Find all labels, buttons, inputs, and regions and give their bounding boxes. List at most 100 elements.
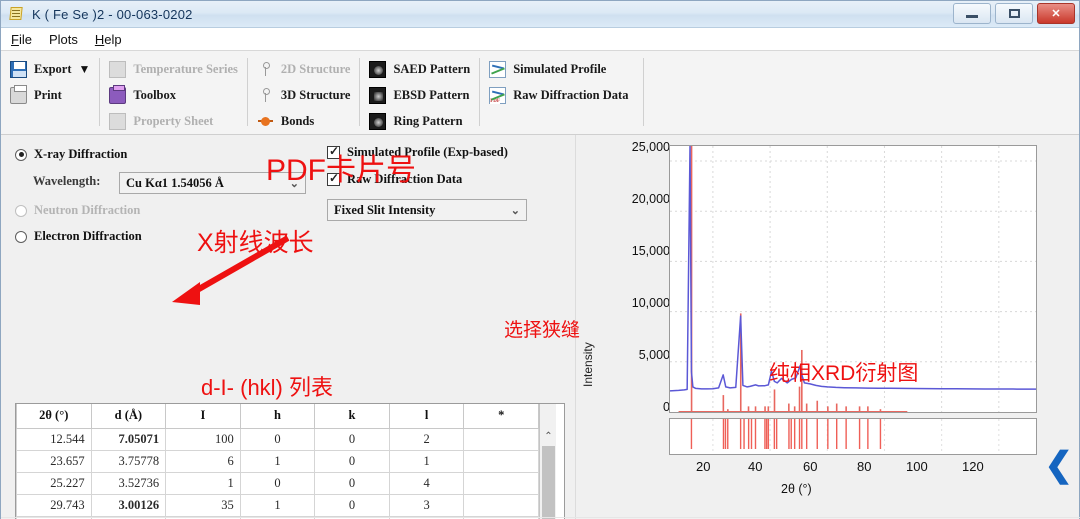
- table-row[interactable]: 25.227 3.52736 1 0 0 4: [16, 471, 539, 495]
- toolbar-group-file: Export ▼ Print: [1, 54, 99, 134]
- cell-l: 1: [388, 449, 465, 473]
- toolbar-bonds-button[interactable]: Bonds: [257, 108, 351, 134]
- cell-l: 2: [388, 427, 465, 451]
- radio-neutron-diffraction[interactable]: Neutron Diffraction: [15, 203, 140, 218]
- menu-plots[interactable]: Plots: [49, 32, 78, 47]
- cell-k: 0: [314, 471, 390, 495]
- x-tick-40: 40: [748, 459, 763, 474]
- maximize-button[interactable]: [995, 3, 1033, 24]
- radio-xray-diffraction[interactable]: X-ray Diffraction: [15, 147, 127, 162]
- left-pane: X-ray Diffraction Wavelength: Cu Kα1 1.5…: [1, 135, 576, 519]
- status-bar: [1, 517, 1080, 518]
- toolbar-saed-pattern-button[interactable]: SAED Pattern: [369, 56, 470, 82]
- table-header-row: 2θ (°) d (Å) I h k l *: [16, 404, 539, 429]
- annotation-pdf-card-number: PDF卡片号: [266, 154, 416, 187]
- toolbar-temperature-series-button[interactable]: Temperature Series: [109, 56, 238, 82]
- toolbar-toolbox-button[interactable]: Toolbox: [109, 82, 238, 108]
- wavelength-value: Cu Kα1 1.54056 Å: [126, 175, 224, 190]
- xrd-chart: Intensity 25,000 20,000 15,000 10,000 5,…: [576, 137, 1046, 507]
- chart-x-axis-label: 2θ (°): [781, 482, 812, 496]
- cell-star: [463, 449, 539, 473]
- column-header-l[interactable]: l: [388, 404, 465, 429]
- toolbar-3d-structure-label: 3D Structure: [280, 87, 351, 102]
- menu-help[interactable]: Help: [95, 32, 122, 47]
- minimize-button[interactable]: [953, 3, 991, 24]
- table-row[interactable]: 23.657 3.75778 6 1 0 1: [16, 449, 539, 473]
- toolbar-2d-structure-button[interactable]: 2D Structure: [257, 56, 350, 82]
- reflection-tick-svg: [690, 419, 1000, 454]
- toolbar-export-button[interactable]: Export ▼: [10, 56, 90, 82]
- column-header-h[interactable]: h: [239, 404, 316, 429]
- column-header-star[interactable]: *: [463, 404, 539, 429]
- window-controls: ✕: [953, 3, 1075, 24]
- minimize-icon: [966, 15, 978, 18]
- toolbar-export-label: Export: [34, 61, 72, 76]
- table-scrollbar[interactable]: ⌃ ⌄: [539, 404, 556, 519]
- document-icon: [8, 6, 26, 22]
- cell-two-theta: 25.227: [16, 471, 92, 495]
- pdf-chart-icon: PDF: [489, 86, 507, 104]
- page-icon: [109, 60, 127, 78]
- cell-two-theta: 29.743: [16, 493, 92, 517]
- cell-d: 3.52736: [90, 471, 167, 495]
- radio-neutron-diffraction-label: Neutron Diffraction: [34, 203, 141, 217]
- cell-k: 0: [314, 493, 390, 517]
- wavelength-label: Wavelength:: [33, 174, 101, 188]
- cell-l: 4: [388, 471, 465, 495]
- toolbar-raw-diffraction-data-button[interactable]: PDF Raw Diffraction Data: [489, 82, 628, 108]
- radio-electron-diffraction[interactable]: Electron Diffraction: [15, 229, 142, 244]
- slit-intensity-value: Fixed Slit Intensity: [334, 202, 436, 217]
- close-button[interactable]: ✕: [1037, 3, 1075, 24]
- toolbar-ring-pattern-label: Ring Pattern: [393, 113, 463, 128]
- toolbar-ebsd-pattern-label: EBSD Pattern: [393, 87, 470, 102]
- cell-intensity: 6: [165, 449, 241, 473]
- radio-icon-selected: [15, 148, 27, 161]
- ring-pattern-icon: [369, 112, 387, 130]
- x-tick-100: 100: [906, 459, 928, 474]
- cell-intensity: 100: [165, 427, 241, 451]
- scrollbar-thumb[interactable]: [542, 446, 555, 519]
- content-area: X-ray Diffraction Wavelength: Cu Kα1 1.5…: [1, 135, 1079, 519]
- collapse-panel-arrow-icon[interactable]: ❮: [1045, 445, 1074, 485]
- chart-reflection-ticks: [669, 418, 1037, 455]
- table-row[interactable]: 29.743 3.00126 35 1 0 3: [16, 493, 539, 517]
- cell-star: [463, 493, 539, 517]
- cell-two-theta: 23.657: [16, 449, 92, 473]
- slit-intensity-select[interactable]: Fixed Slit Intensity ⌄: [327, 199, 527, 221]
- toolbar-print-button[interactable]: Print: [10, 82, 90, 108]
- cell-h: 1: [239, 493, 316, 517]
- chevron-down-icon[interactable]: ▼: [79, 62, 91, 77]
- cell-h: 0: [239, 427, 316, 451]
- column-header-k[interactable]: k: [314, 404, 390, 429]
- cell-d: 7.05071: [90, 427, 167, 451]
- reflections-table-grid: 2θ (°) d (Å) I h k l * 12.544 7.05071 100 0…: [16, 404, 539, 519]
- pdf-card-window: K ( Fe Se )2 - 00-063-0202 ✕ File Plots …: [0, 0, 1080, 519]
- menu-file[interactable]: File: [11, 32, 32, 47]
- toolbar-property-sheet-button[interactable]: Property Sheet: [109, 108, 238, 134]
- column-header-i[interactable]: I: [165, 404, 241, 429]
- molecule-icon: [257, 87, 274, 104]
- toolbar-3d-structure-button[interactable]: 3D Structure: [257, 82, 351, 108]
- reflections-table: 2θ (°) d (Å) I h k l * 12.544 7.05071 100 0…: [15, 403, 565, 519]
- table-body: 12.544 7.05071 100 0 0 2 23.657 3.75778 6 1 0 1 25.2…: [16, 427, 539, 519]
- save-icon: [10, 60, 27, 78]
- page-icon: [109, 112, 127, 130]
- y-tick-5000: 5,000: [639, 348, 676, 362]
- annotation-d-i-hkl-list: d-I- (hkl) 列表: [201, 375, 334, 400]
- printer-icon: [10, 84, 27, 104]
- radio-electron-diffraction-label: Electron Diffraction: [34, 229, 142, 243]
- cell-star: [463, 471, 539, 495]
- cell-star: [463, 427, 539, 451]
- right-pane: Intensity 25,000 20,000 15,000 10,000 5,…: [576, 135, 1079, 519]
- toolbar-simulated-profile-button[interactable]: Simulated Profile: [489, 56, 628, 82]
- toolbar-ring-pattern-button[interactable]: Ring Pattern: [369, 108, 470, 134]
- y-tick-10000: 10,000: [632, 296, 676, 310]
- toolbar-group-structure: 2D Structure 3D Structure Bonds: [248, 54, 360, 134]
- table-row[interactable]: 12.544 7.05071 100 0 0 2: [16, 427, 539, 451]
- scroll-up-icon[interactable]: ⌃: [540, 428, 557, 444]
- toolbar-simulated-profile-label: Simulated Profile: [513, 61, 607, 76]
- toolbar-group-patterns: SAED Pattern EBSD Pattern Ring Pattern: [360, 54, 479, 134]
- toolbar-ebsd-pattern-button[interactable]: EBSD Pattern: [369, 82, 470, 108]
- column-header-two-theta[interactable]: 2θ (°): [16, 404, 92, 429]
- column-header-d[interactable]: d (Å): [90, 404, 167, 429]
